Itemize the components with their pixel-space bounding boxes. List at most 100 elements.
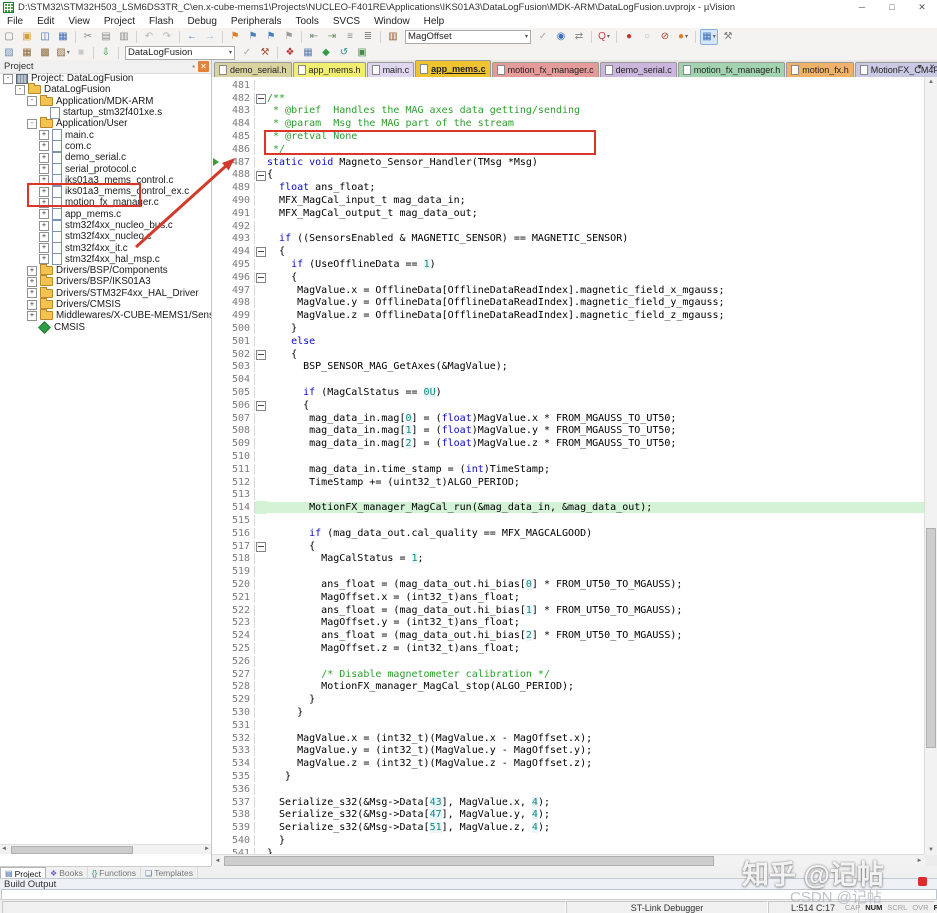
code-editor[interactable]: 481 482/** 483 * @brief Handles the MAG ax…	[212, 77, 925, 855]
rebuild-icon[interactable]: ▩	[37, 46, 53, 60]
tree-item-iks01a3-mems-control-c[interactable]: + iks01a3_mems_control.c	[0, 174, 211, 187]
indent-icon[interactable]: ⇥	[324, 30, 340, 44]
tree-item-app-mems-c[interactable]: + app_mems.c	[0, 208, 211, 221]
tree-item-stm32f4xx-it-c[interactable]: + stm32f4xx_it.c	[0, 242, 211, 255]
disable-breakpoint-icon[interactable]: ○	[639, 30, 655, 44]
project-hscrollbar[interactable]: ◄ ►	[0, 844, 211, 854]
expander-icon[interactable]: +	[39, 186, 49, 197]
menu-item-view[interactable]: View	[61, 15, 97, 28]
prev-bookmark-icon[interactable]: ⚑	[245, 30, 261, 44]
open-file-icon[interactable]: ▣	[19, 30, 35, 44]
paste-icon[interactable]: ▥	[116, 30, 132, 44]
scroll-down-icon[interactable]: ▼	[925, 845, 937, 855]
tree-item-motion-fx-manager-c[interactable]: + motion_fx_manager.c	[0, 196, 211, 209]
scroll-up-icon[interactable]: ▲	[925, 77, 937, 87]
fold-minus-icon[interactable]	[256, 349, 266, 360]
tree-item-drivers-stm32f4xx-hal-driver[interactable]: + Drivers/STM32F4xx_HAL_Driver	[0, 286, 211, 299]
fold-minus-icon[interactable]	[256, 247, 266, 258]
tab-motion-fx-manager-h[interactable]: motion_fx_manager.h	[677, 62, 786, 77]
scroll-left-icon[interactable]: ◄	[212, 856, 223, 866]
tree-item-application-mdk-arm[interactable]: - Application/MDK-ARM	[0, 94, 211, 107]
tab-app-mems-c[interactable]: app_mems.c	[415, 60, 491, 77]
menu-item-project[interactable]: Project	[97, 15, 142, 28]
expander-icon[interactable]: +	[39, 220, 49, 231]
tab-app-mems-h[interactable]: app_mems.h	[292, 62, 366, 77]
tree-item-main-c[interactable]: + main.c	[0, 129, 211, 142]
menu-item-peripherals[interactable]: Peripherals	[224, 15, 289, 28]
tab-demo-serial-h[interactable]: demo_serial.h	[214, 62, 292, 77]
minimize-button[interactable]: ─	[847, 0, 877, 15]
menu-item-file[interactable]: File	[0, 15, 30, 28]
select-packs-icon[interactable]: ↺	[336, 46, 352, 60]
tree-item-iks01a3-mems-control-ex-c[interactable]: + iks01a3_mems_control_ex.c	[0, 185, 211, 198]
target-select-combo[interactable]: DataLogFusion ▾	[125, 45, 235, 60]
scroll-thumb[interactable]	[926, 528, 936, 749]
undo-icon[interactable]: ↶	[141, 30, 157, 44]
save-all-icon[interactable]: ▦	[55, 30, 71, 44]
batch-build-icon[interactable]: ▨ ▾	[55, 46, 71, 60]
scroll-right-icon[interactable]: ►	[914, 856, 925, 866]
comment-icon[interactable]: ≡	[342, 30, 358, 44]
next-bookmark-icon[interactable]: ⚑	[263, 30, 279, 44]
options-for-target-icon[interactable]: ⚒	[257, 46, 273, 60]
pin-icon[interactable]: ▪	[192, 62, 195, 71]
tree-item-datalogfusion[interactable]: - DataLogFusion	[0, 83, 211, 95]
new-file-icon[interactable]: ▢	[1, 30, 17, 44]
toggle-bookmark-icon[interactable]: ⚑	[227, 30, 243, 44]
expander-icon[interactable]: +	[39, 175, 49, 186]
fold-minus-icon[interactable]	[256, 93, 266, 104]
uncomment-icon[interactable]: ≣	[360, 30, 376, 44]
close-button[interactable]: ✕	[907, 0, 937, 15]
editor-hscrollbar[interactable]: ◄ ►	[212, 854, 925, 866]
tab-demo-serial-c[interactable]: demo_serial.c	[599, 62, 677, 77]
expander-icon[interactable]: +	[27, 299, 37, 310]
menu-item-edit[interactable]: Edit	[30, 15, 61, 28]
maximize-button[interactable]: □	[877, 0, 907, 15]
unindent-icon[interactable]: ⇤	[306, 30, 322, 44]
expander-icon[interactable]: +	[39, 130, 49, 141]
tree-item-stm32f4xx-hal-msp-c[interactable]: + stm32f4xx_hal_msp.c	[0, 253, 211, 266]
tree-item-drivers-bsp-iks01a3[interactable]: + Drivers/BSP/IKS01A3	[0, 275, 211, 287]
chevron-down-icon[interactable]: ▾	[525, 33, 528, 40]
tree-item-drivers-cmsis[interactable]: + Drivers/CMSIS	[0, 298, 211, 310]
clear-bookmarks-icon[interactable]: ⚑	[281, 30, 297, 44]
find-in-files-icon[interactable]: ▥	[385, 30, 401, 44]
expander-icon[interactable]: +	[39, 197, 49, 208]
menu-item-tools[interactable]: Tools	[289, 15, 326, 28]
breakpoint-icon[interactable]: ●	[621, 30, 637, 44]
editor-vscrollbar[interactable]: ▲ ▼	[924, 77, 937, 855]
navigate-back-icon[interactable]: ←	[184, 30, 200, 44]
tree-item-demo-serial-c[interactable]: + demo_serial.c	[0, 151, 211, 164]
tree-item-cmsis[interactable]: CMSIS	[0, 320, 211, 334]
download-icon[interactable]: ⇩	[98, 46, 114, 60]
expander-icon[interactable]: +	[39, 254, 49, 265]
pack-installer-icon[interactable]: ◆	[318, 46, 334, 60]
tree-item-middlewares-x-cube-mems1-sensors-stm32-motionf[interactable]: + Middlewares/X-CUBE-MEMS1/Sensors/STM32_…	[0, 309, 211, 321]
save-icon[interactable]: ◫	[37, 30, 53, 44]
scroll-left-icon[interactable]: ◄	[1, 845, 7, 853]
expander-icon[interactable]: +	[27, 265, 37, 276]
find-symbols-icon[interactable]: ◉	[553, 30, 569, 44]
scroll-right-icon[interactable]: ►	[204, 845, 210, 853]
grep-check-icon[interactable]: ✓	[535, 30, 551, 44]
tree-item-stm32f4xx-nucleo-c[interactable]: + stm32f4xx_nucleo.c	[0, 230, 211, 243]
expander-icon[interactable]: +	[27, 276, 37, 287]
fold-minus-icon[interactable]	[256, 541, 266, 552]
tree-item-drivers-bsp-components[interactable]: + Drivers/BSP/Components	[0, 264, 211, 276]
tab-main-c[interactable]: main.c	[366, 62, 415, 77]
file-extensions-icon[interactable]: ▦	[300, 46, 316, 60]
tab-motion-fx-manager-c[interactable]: motion_fx_manager.c	[491, 62, 599, 77]
menu-item-help[interactable]: Help	[417, 15, 452, 28]
translate-icon[interactable]: ▧	[1, 46, 17, 60]
navigate-forward-icon[interactable]: →	[202, 30, 218, 44]
expander-icon[interactable]: +	[39, 209, 49, 220]
flash-download-icon[interactable]: ▣	[354, 46, 370, 60]
tab-motion-fx-h[interactable]: motion_fx.h	[786, 62, 854, 77]
tree-item-startup-stm32f401xe-s[interactable]: startup_stm32f401xe.s	[0, 106, 211, 119]
tree-item-stm32f4xx-nucleo-bus-c[interactable]: + stm32f4xx_nucleo_bus.c	[0, 219, 211, 232]
menu-item-debug[interactable]: Debug	[180, 15, 223, 28]
scroll-thumb[interactable]	[11, 846, 133, 854]
expander-icon[interactable]: -	[3, 73, 13, 84]
search-icon[interactable]: Q ▾	[596, 30, 612, 44]
expander-icon[interactable]: -	[27, 96, 37, 107]
